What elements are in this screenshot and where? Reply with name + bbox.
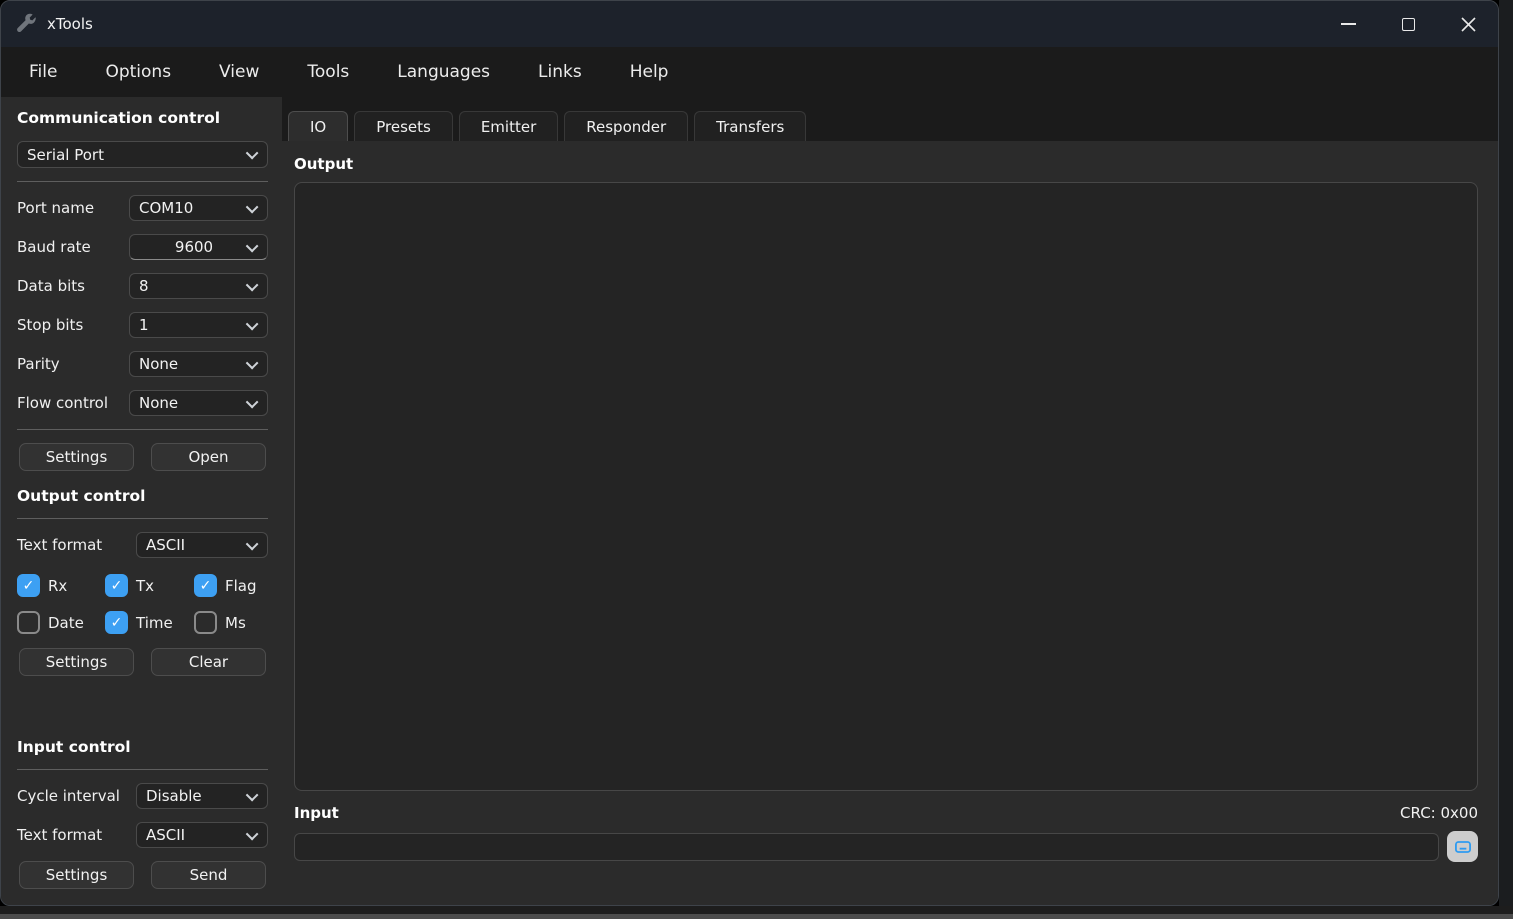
input-box-icon — [1453, 837, 1473, 857]
maximize-button[interactable] — [1378, 1, 1438, 47]
close-button[interactable] — [1438, 1, 1498, 47]
input-text-format-select[interactable]: ASCII — [136, 822, 268, 848]
tab-bar: IO Presets Emitter Responder Transfers — [282, 97, 1498, 141]
checkbox-icon: ✓ — [17, 611, 40, 634]
baud-rate-row: Baud rate 9600 — [17, 234, 268, 260]
tx-checkbox[interactable]: ✓ Tx — [105, 574, 194, 597]
data-bits-row: Data bits 8 — [17, 273, 268, 299]
window-title: xTools — [47, 15, 93, 33]
cycle-interval-select[interactable]: Disable — [136, 783, 268, 809]
stop-bits-select[interactable]: 1 — [129, 312, 268, 338]
flow-control-row: Flow control None — [17, 390, 268, 416]
output-console[interactable] — [294, 182, 1478, 791]
main-area: IO Presets Emitter Responder Transfers O… — [282, 97, 1498, 906]
menu-languages[interactable]: Languages — [373, 62, 514, 82]
crc-value: CRC: 0x00 — [1400, 804, 1478, 822]
input-send-button[interactable]: Send — [151, 861, 266, 889]
flag-checkbox[interactable]: ✓ Flag — [194, 574, 268, 597]
flow-control-select[interactable]: None — [129, 390, 268, 416]
menu-file[interactable]: File — [5, 62, 81, 82]
baud-rate-select[interactable]: 9600 — [129, 234, 268, 260]
desktop: xTools File Options View Tools Languages… — [0, 0, 1513, 919]
close-icon — [1461, 17, 1476, 32]
cycle-interval-label: Cycle interval — [17, 787, 136, 805]
time-checkbox[interactable]: ✓ Time — [105, 611, 194, 634]
port-name-row: Port name COM10 — [17, 195, 268, 221]
input-section-label: Input — [294, 804, 339, 822]
menu-help[interactable]: Help — [606, 62, 693, 82]
ms-checkbox[interactable]: ✓ Ms — [194, 611, 268, 634]
input-text-format-label: Text format — [17, 826, 136, 844]
screen-bottom-edge — [0, 914, 1513, 919]
menu-options[interactable]: Options — [81, 62, 195, 82]
parity-row: Parity None — [17, 351, 268, 377]
tab-emitter[interactable]: Emitter — [459, 111, 558, 141]
stop-bits-row: Stop bits 1 — [17, 312, 268, 338]
separator — [17, 769, 268, 770]
app-window: xTools File Options View Tools Languages… — [0, 0, 1499, 906]
separator — [17, 518, 268, 519]
comm-type-select[interactable]: Serial Port — [17, 141, 268, 168]
cycle-interval-row: Cycle interval Disable — [17, 783, 268, 809]
tab-presets[interactable]: Presets — [354, 111, 453, 141]
checkbox-icon: ✓ — [194, 574, 217, 597]
menu-bar: File Options View Tools Languages Links … — [1, 47, 1498, 97]
input-control-title: Input control — [17, 738, 268, 756]
checkbox-icon: ✓ — [105, 574, 128, 597]
rx-checkbox[interactable]: ✓ Rx — [17, 574, 105, 597]
date-checkbox[interactable]: ✓ Date — [17, 611, 105, 634]
menu-tools[interactable]: Tools — [283, 62, 373, 82]
output-section-label: Output — [294, 155, 1478, 173]
input-text-format-row: Text format ASCII — [17, 822, 268, 848]
title-bar[interactable]: xTools — [1, 1, 1498, 47]
port-name-label: Port name — [17, 199, 129, 217]
output-text-format-row: Text format ASCII — [17, 532, 268, 558]
tab-transfers[interactable]: Transfers — [694, 111, 806, 141]
menu-links[interactable]: Links — [514, 62, 606, 82]
data-bits-label: Data bits — [17, 277, 129, 295]
input-format-button[interactable] — [1447, 831, 1478, 862]
port-name-select[interactable]: COM10 — [129, 195, 268, 221]
checkbox-icon: ✓ — [194, 611, 217, 634]
data-bits-select[interactable]: 8 — [129, 273, 268, 299]
output-text-format-label: Text format — [17, 536, 136, 554]
communication-control-title: Communication control — [17, 109, 268, 127]
checkbox-icon: ✓ — [17, 574, 40, 597]
output-settings-button[interactable]: Settings — [19, 648, 134, 676]
baud-rate-label: Baud rate — [17, 238, 129, 256]
comm-settings-button[interactable]: Settings — [19, 443, 134, 471]
output-flags-grid: ✓ Rx ✓ Tx ✓ Flag ✓ Date — [17, 574, 268, 634]
output-text-format-select[interactable]: ASCII — [136, 532, 268, 558]
separator — [17, 181, 268, 182]
tab-io[interactable]: IO — [288, 111, 348, 141]
output-clear-button[interactable]: Clear — [151, 648, 266, 676]
sidebar: Communication control Serial Port Port n… — [1, 97, 282, 906]
parity-select[interactable]: None — [129, 351, 268, 377]
tab-responder[interactable]: Responder — [564, 111, 688, 141]
menu-view[interactable]: View — [195, 62, 283, 82]
output-control-title: Output control — [17, 487, 268, 505]
spacer — [17, 676, 268, 738]
input-field[interactable] — [294, 833, 1439, 861]
flow-control-label: Flow control — [17, 394, 129, 412]
wrench-icon — [15, 13, 37, 35]
input-settings-button[interactable]: Settings — [19, 861, 134, 889]
maximize-icon — [1402, 18, 1415, 31]
parity-label: Parity — [17, 355, 129, 373]
minimize-icon — [1341, 23, 1356, 25]
separator — [17, 429, 268, 430]
io-panel: Output Input CRC: 0x00 — [282, 141, 1498, 906]
stop-bits-label: Stop bits — [17, 316, 129, 334]
checkbox-icon: ✓ — [105, 611, 128, 634]
screen-right-gap — [1499, 0, 1513, 919]
minimize-button[interactable] — [1318, 1, 1378, 47]
comm-open-button[interactable]: Open — [151, 443, 266, 471]
